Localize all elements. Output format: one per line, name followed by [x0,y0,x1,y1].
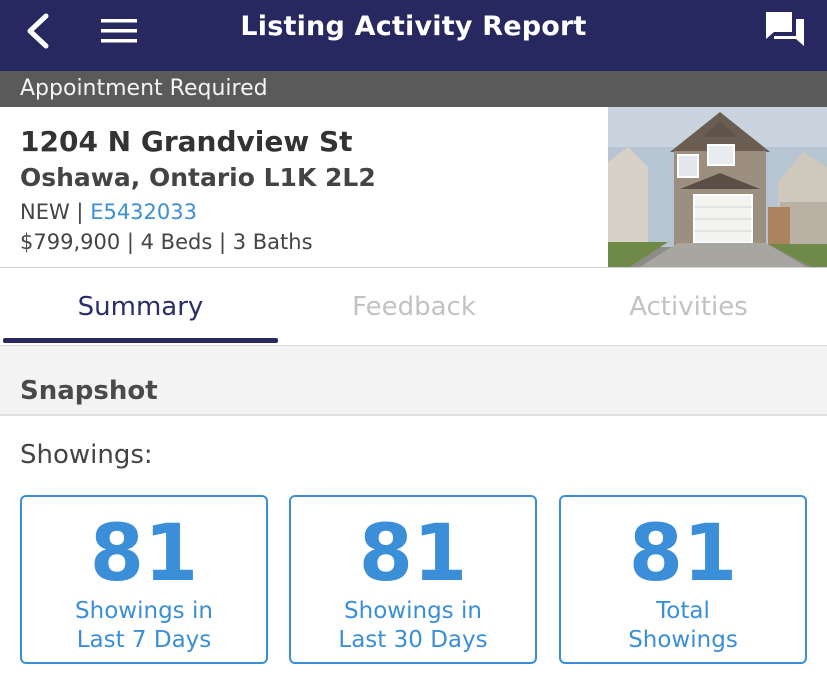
stat-label-line: Last 30 Days [338,627,488,653]
listing-street: 1204 N Grandview St [20,125,353,158]
snapshot-section-header: Snapshot [0,346,827,416]
stat-value: 81 [89,509,199,599]
listing-status-line: NEW | E5432033 [20,200,197,224]
house-photo-image [608,107,827,268]
stat-label: Showings in Last 30 Days [291,597,535,655]
listing-beds: 4 Beds [140,230,213,254]
stat-label: Total Showings [561,597,805,655]
tab-activities[interactable]: Activities [550,268,827,346]
listing-price: $799,900 [20,230,121,254]
appointment-banner: Appointment Required [0,71,827,107]
stat-value: 81 [358,509,468,599]
mls-number-link[interactable]: E5432033 [90,200,197,224]
top-bar: Listing Activity Report [0,0,827,71]
snapshot-title: Snapshot [20,376,158,406]
listing-baths: 3 Baths [232,230,313,254]
stat-label-line: Showings in [75,598,213,624]
stat-label-line: Showings [628,627,738,653]
listing-status: NEW [20,200,70,224]
separator: | [120,230,141,254]
listing-header: 1204 N Grandview St Oshawa, Ontario L1K … [0,107,827,268]
stat-value: 81 [628,509,738,599]
showings-30-days-card[interactable]: 81 Showings in Last 30 Days [289,495,537,664]
stat-label-line: Showings in [344,598,482,624]
page-title: Listing Activity Report [240,11,587,42]
tab-summary[interactable]: Summary [3,268,278,346]
chat-button[interactable] [760,8,808,52]
stat-label-line: Last 7 Days [76,627,212,653]
stat-label-line: Total [656,598,710,624]
showings-7-days-card[interactable]: 81 Showings in Last 7 Days [20,495,268,664]
listing-details-line: $799,900 | 4 Beds | 3 Baths [20,230,313,254]
chat-bubbles-icon [766,12,804,46]
showings-label: Showings: [20,440,153,470]
active-tab-indicator [3,338,278,343]
total-showings-card[interactable]: 81 Total Showings [559,495,807,664]
tab-feedback[interactable]: Feedback [278,268,550,346]
stat-label: Showings in Last 7 Days [22,597,266,655]
listing-photo[interactable] [608,107,827,268]
separator: | [212,230,233,254]
tab-bar: Summary Feedback Activities [0,268,827,346]
listing-city: Oshawa, Ontario L1K 2L2 [20,163,376,192]
separator: | [69,200,91,224]
